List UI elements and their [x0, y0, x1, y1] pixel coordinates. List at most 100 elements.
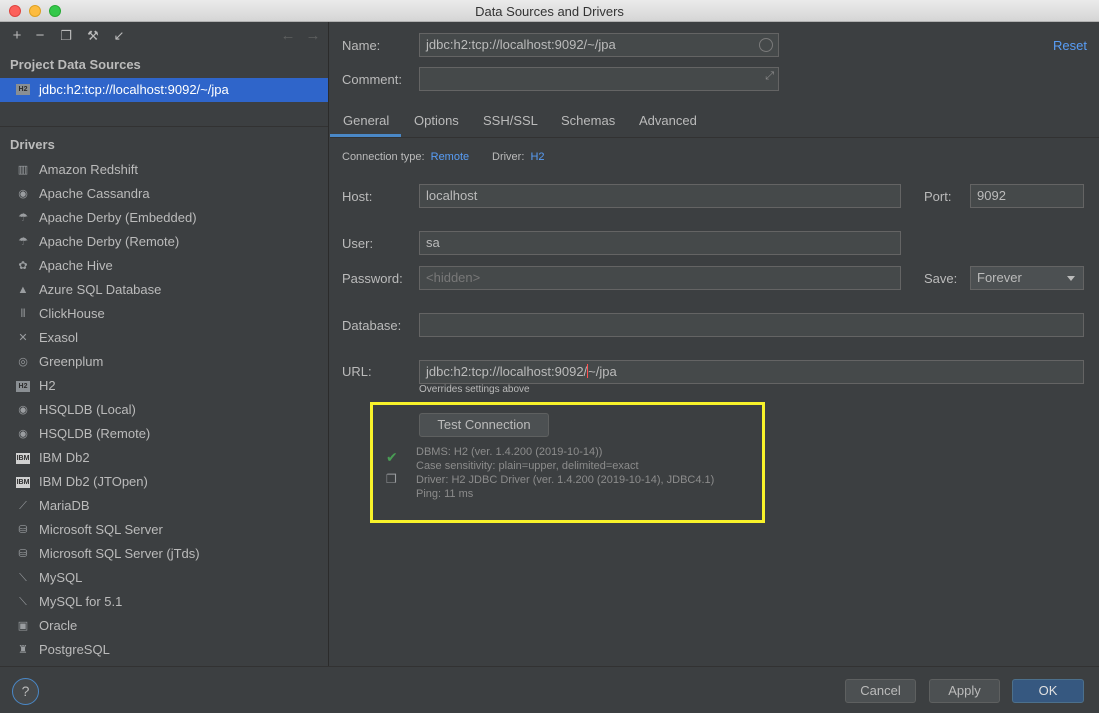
comment-input[interactable]: ⤢	[419, 67, 779, 91]
port-input[interactable]: 9092	[970, 184, 1084, 208]
save-dropdown[interactable]: Forever	[970, 266, 1084, 290]
derby-icon: ☂	[18, 236, 28, 248]
host-label: Host:	[342, 189, 373, 204]
tab-ssh-ssl[interactable]: SSH/SSL	[483, 113, 538, 128]
driver-label: Microsoft SQL Server	[39, 522, 163, 537]
active-tab-indicator	[330, 134, 401, 137]
sqlserver-icon: ⛁	[18, 524, 28, 536]
driver-label: H2	[39, 378, 56, 393]
driver-label: Microsoft SQL Server (jTds)	[39, 546, 200, 561]
sqlserver-icon: ⛁	[18, 548, 28, 560]
driver-item[interactable]: ⛁ Microsoft SQL Server (jTds)	[0, 542, 328, 566]
name-label: Name:	[342, 38, 381, 53]
title-bar: Data Sources and Drivers	[0, 0, 1099, 22]
tab-schemas[interactable]: Schemas	[561, 113, 615, 128]
tab-advanced[interactable]: Advanced	[639, 113, 697, 128]
name-input[interactable]: jdbc:h2:tcp://localhost:9092/~/jpa	[419, 33, 779, 57]
azure-icon: ▲	[17, 284, 29, 296]
reset-link[interactable]: Reset	[1053, 38, 1087, 53]
mariadb-icon: ⟋	[19, 500, 27, 512]
driver-item[interactable]: ⛁ Microsoft SQL Server	[0, 518, 328, 542]
driver-label: IBM Db2 (JTOpen)	[39, 474, 148, 489]
tab-general[interactable]: General	[343, 113, 389, 128]
driver-label: MySQL for 5.1	[39, 594, 123, 609]
database-input[interactable]	[419, 313, 1084, 337]
go-to-driver-icon[interactable]: ↙	[110, 26, 128, 46]
driver-item[interactable]: ◉ Apache Cassandra	[0, 182, 328, 206]
save-label: Save:	[924, 271, 958, 286]
connection-type-link[interactable]: Remote	[431, 151, 470, 163]
driver-item[interactable]: ✕ Exasol	[0, 326, 328, 350]
checkmark-icon: ✔	[386, 449, 398, 465]
driver-link[interactable]: H2	[530, 151, 544, 163]
driver-label: HSQLDB (Remote)	[39, 426, 151, 441]
hive-icon: ✿	[18, 260, 28, 272]
left-toolbar: + − ❐ ⚒ ↙ ← →	[0, 22, 328, 52]
driver-item[interactable]: ☂ Apache Derby (Embedded)	[0, 206, 328, 230]
ok-button[interactable]: OK	[1012, 679, 1084, 703]
hsqldb-icon: ◉	[18, 404, 28, 416]
driver-item[interactable]: ✿ Apache Hive	[0, 254, 328, 278]
connection-type-row: Connection type: Remote	[342, 151, 469, 163]
driver-item[interactable]: ⦀ ClickHouse	[0, 302, 328, 326]
exasol-icon: ✕	[18, 332, 28, 344]
driver-item[interactable]: ♜ PostgreSQL	[0, 638, 328, 662]
driver-item[interactable]: H2 H2	[0, 374, 328, 398]
driver-label: MariaDB	[39, 498, 90, 513]
driver-item[interactable]: ◉ HSQLDB (Local)	[0, 398, 328, 422]
window-title: Data Sources and Drivers	[475, 4, 624, 19]
driver-item[interactable]: ◉ HSQLDB (Remote)	[0, 422, 328, 446]
help-button[interactable]: ?	[12, 678, 39, 705]
url-label: URL:	[342, 364, 372, 379]
driver-item[interactable]: ◎ Greenplum	[0, 350, 328, 374]
expand-icon[interactable]: ⤢	[765, 70, 774, 83]
driver-label: Apache Cassandra	[39, 186, 150, 201]
test-connection-button[interactable]: Test Connection	[419, 413, 549, 437]
driver-label: Driver:	[492, 151, 525, 163]
mysql-icon: ⟍	[19, 572, 27, 584]
add-icon[interactable]: +	[8, 26, 26, 46]
apply-button[interactable]: Apply	[929, 679, 1000, 703]
wrench-icon[interactable]: ⚒	[84, 26, 102, 46]
driver-item[interactable]: ⟋ MariaDB	[0, 494, 328, 518]
driver-item[interactable]: ▣ Oracle	[0, 614, 328, 638]
h2-icon: H2	[16, 381, 30, 392]
result-driver: Driver: H2 JDBC Driver (ver. 1.4.200 (20…	[416, 474, 715, 486]
color-circle-icon[interactable]	[759, 38, 773, 52]
cancel-button[interactable]: Cancel	[845, 679, 916, 703]
drivers-list: ▥ Amazon Redshift ◉ Apache Cassandra ☂ Apache…	[0, 158, 328, 662]
h2-icon: H2	[16, 84, 30, 95]
url-value-start: jdbc:h2:tcp://localhost:9092/	[426, 364, 588, 379]
result-ping: Ping: 11 ms	[416, 488, 474, 500]
user-input[interactable]: sa	[419, 231, 901, 255]
postgresql-icon: ♜	[18, 644, 28, 656]
data-source-item[interactable]: H2 jdbc:h2:tcp://localhost:9092/~/jpa	[0, 78, 328, 102]
driver-label: Apache Hive	[39, 258, 113, 273]
derby-icon: ☂	[18, 212, 28, 224]
host-input[interactable]: localhost	[419, 184, 901, 208]
driver-item[interactable]: ⟍ MySQL for 5.1	[0, 590, 328, 614]
password-input[interactable]: <hidden>	[419, 266, 901, 290]
left-panel: + − ❐ ⚒ ↙ ← → Project Data Sources H2 jd…	[0, 22, 329, 666]
copy-icon[interactable]: ❐	[386, 472, 397, 486]
driver-label: MySQL	[39, 570, 83, 585]
redshift-icon: ▥	[17, 164, 29, 176]
driver-item[interactable]: ☂ Apache Derby (Remote)	[0, 230, 328, 254]
driver-item[interactable]: ▲ Azure SQL Database	[0, 278, 328, 302]
port-label: Port:	[924, 189, 952, 204]
url-value-end: ~/jpa	[588, 364, 617, 379]
url-input[interactable]: jdbc:h2:tcp://localhost:9092/~/jpa	[419, 360, 1084, 384]
back-arrow-icon[interactable]: ←	[279, 26, 297, 46]
tab-bar: General Options SSH/SSL Schemas Advanced	[330, 106, 1099, 138]
driver-item[interactable]: IBM IBM Db2 (JTOpen)	[0, 470, 328, 494]
driver-item[interactable]: ⟍ MySQL	[0, 566, 328, 590]
duplicate-icon[interactable]: ❐	[57, 26, 75, 46]
cassandra-icon: ◉	[18, 188, 28, 200]
clickhouse-icon: ⦀	[20, 308, 26, 320]
driver-label: Exasol	[39, 330, 79, 345]
remove-icon[interactable]: −	[31, 26, 49, 46]
forward-arrow-icon[interactable]: →	[304, 26, 322, 46]
driver-item[interactable]: ▥ Amazon Redshift	[0, 158, 328, 182]
tab-options[interactable]: Options	[414, 113, 459, 128]
driver-item[interactable]: IBM IBM Db2	[0, 446, 328, 470]
